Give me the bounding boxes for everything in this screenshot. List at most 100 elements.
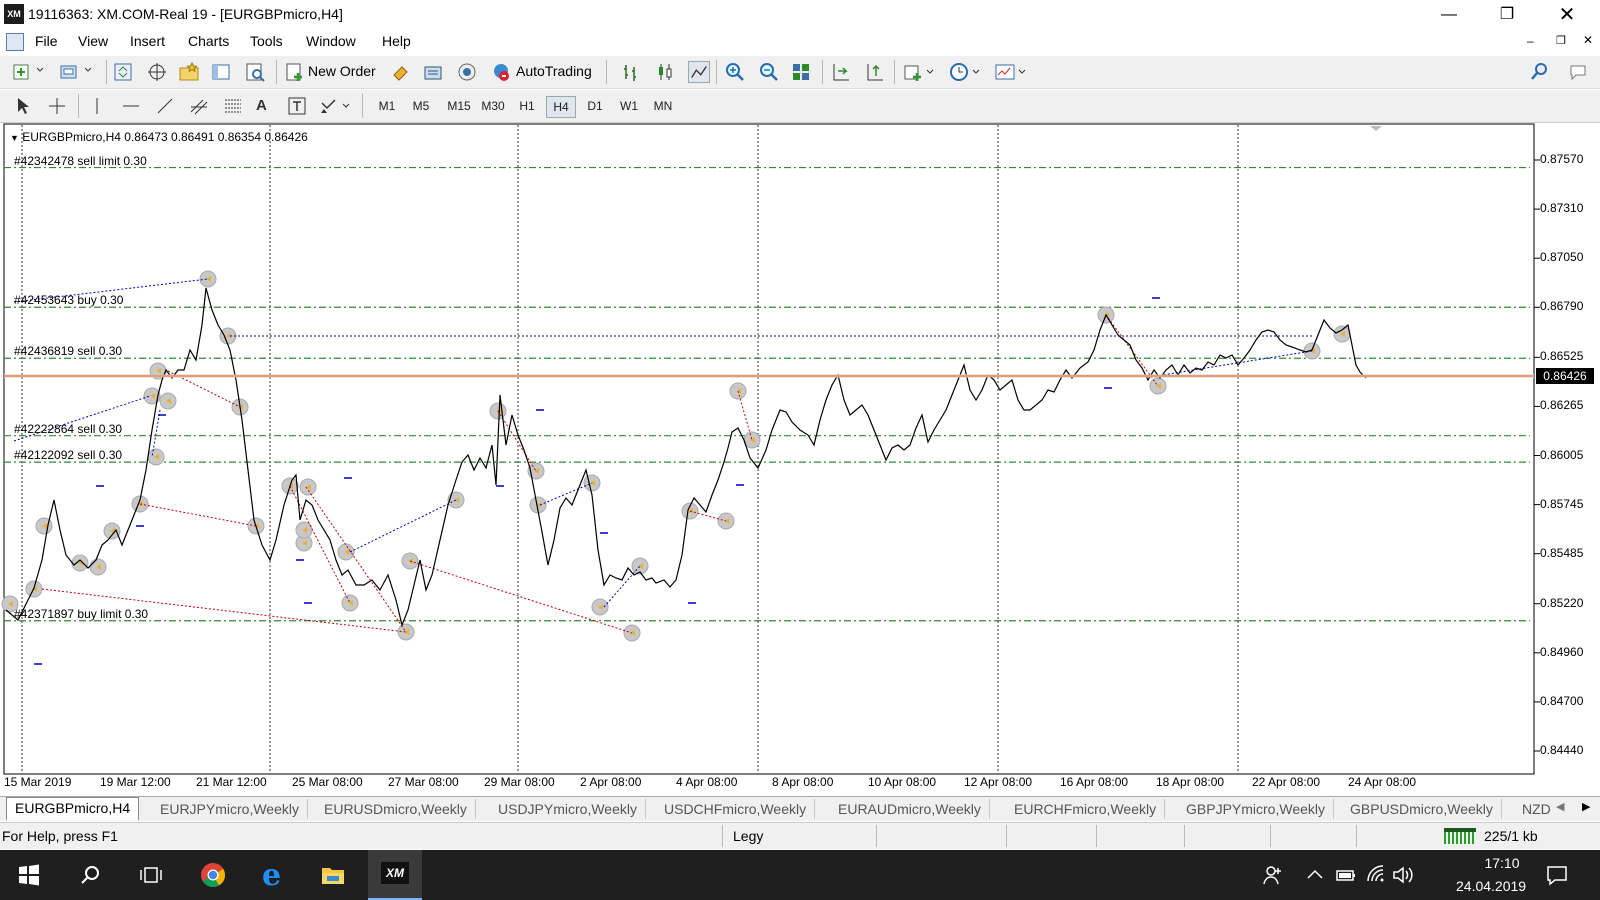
zoom-in-icon[interactable] [724,61,746,83]
mt4-taskbar-button[interactable]: XM [368,850,422,900]
status-divider [1096,825,1097,847]
windows-start-icon[interactable] [16,862,42,888]
collapse-arrow-icon[interactable]: ▼ [10,133,19,143]
timeframe-m15[interactable]: M15 [444,96,474,116]
zoom-out-icon[interactable] [758,61,780,83]
menu-charts[interactable]: Charts [188,33,229,49]
standard-toolbar: New Order AutoTrading [0,56,1600,89]
timeframe-d1[interactable]: D1 [582,96,608,116]
chevron-down-icon[interactable] [926,68,934,76]
market-icon[interactable] [422,61,444,83]
time-axis-label: 22 Apr 08:00 [1252,775,1321,789]
tab-gbpjpymicro-weekly[interactable]: GBPJPYmicro,Weekly [1178,799,1334,819]
horizontal-line-icon[interactable] [120,95,142,117]
auto-scroll-icon[interactable] [830,61,852,83]
tab-gbpusdmicro-weekly[interactable]: GBPUSDmicro,Weekly [1342,799,1502,819]
strategy-tester-icon[interactable] [244,61,266,83]
time-axis-label: 27 Mar 08:00 [388,775,459,789]
menu-file[interactable]: File [35,33,58,49]
windows-taskbar: e XM [0,850,1600,900]
menu-window[interactable]: Window [306,33,356,49]
tab-eurjpymicro-weekly[interactable]: EURJPYmicro,Weekly [152,799,308,819]
battery-icon[interactable] [1336,866,1356,884]
arrows-icon[interactable] [318,95,340,117]
toolbar-separator [362,94,363,118]
tab-scroll-right-icon[interactable]: ▶ [1582,800,1590,813]
chevron-up-icon[interactable] [1306,867,1324,883]
chevron-down-icon[interactable] [36,66,44,74]
volume-icon[interactable] [1392,865,1414,885]
tile-windows-icon[interactable] [790,61,812,83]
time-axis-label: 8 Apr 08:00 [772,775,834,789]
timeframe-h1[interactable]: H1 [514,96,540,116]
search-icon[interactable] [1528,61,1550,83]
people-icon[interactable] [1262,864,1284,886]
timeframe-m1[interactable]: M1 [374,96,400,116]
chrome-icon[interactable] [200,862,226,888]
profiles-icon[interactable] [58,61,80,83]
task-view-icon[interactable] [138,862,164,888]
toolbar-separator [606,60,607,84]
timeframe-w1[interactable]: W1 [616,96,642,116]
trendline-icon[interactable] [154,95,176,117]
menu-help[interactable]: Help [382,33,411,49]
wifi-icon[interactable] [1366,864,1386,884]
chart-shift-icon[interactable] [864,61,886,83]
edge-browser-icon[interactable]: e [262,858,281,893]
timeframe-h4[interactable]: H4 [546,96,576,118]
tab-scroll-left-icon[interactable]: ◀ [1556,800,1564,813]
close-button[interactable]: ✕ [1544,0,1590,30]
notifications-icon[interactable] [1546,864,1568,886]
new-chart-icon[interactable] [12,61,34,83]
fibonacci-icon[interactable] [222,95,244,117]
chevron-down-icon[interactable] [972,68,980,76]
taskbar-clock-time[interactable]: 17:10 [1472,855,1532,871]
crosshair-icon[interactable] [46,95,68,117]
tab-usdchfmicro-weekly[interactable]: USDCHFmicro,Weekly [656,799,816,819]
child-restore-button[interactable]: ❐ [1556,34,1566,47]
tab-eurchfmicro-weekly[interactable]: EURCHFmicro,Weekly [1006,799,1166,819]
price-axis-label: 0.86265 [1540,398,1584,413]
vertical-line-icon[interactable] [86,95,108,117]
maximize-button[interactable]: ❐ [1484,0,1530,30]
bar-chart-icon[interactable] [620,61,642,83]
templates-icon[interactable] [994,61,1016,83]
menu-tools[interactable]: Tools [250,33,283,49]
tab-euraudmicro-weekly[interactable]: EURAUDmicro,Weekly [830,799,990,819]
chart-window[interactable] [4,124,1532,774]
metaeditor-icon[interactable] [390,61,412,83]
indicators-icon[interactable] [902,61,924,83]
candlestick-chart-icon[interactable] [654,61,676,83]
search-icon[interactable] [78,862,104,888]
child-close-button[interactable]: ✕ [1583,33,1593,47]
periods-clock-icon[interactable] [948,61,970,83]
line-chart-icon[interactable] [688,61,710,83]
menu-view[interactable]: View [78,33,108,49]
file-explorer-icon[interactable] [320,862,346,888]
market-watch-icon[interactable] [112,61,134,83]
signals-icon[interactable] [456,61,478,83]
timeframe-m5[interactable]: M5 [408,96,434,116]
minimize-button[interactable]: — [1426,0,1472,30]
favorites-folder-icon[interactable] [178,61,200,83]
chevron-down-icon[interactable] [342,102,350,110]
taskbar-clock-date[interactable]: 24.04.2019 [1456,878,1526,894]
crosshair-navigator-icon[interactable] [146,61,168,83]
menu-insert[interactable]: Insert [130,33,165,49]
tab-eurusdmicro-weekly[interactable]: EURUSDmicro,Weekly [316,799,476,819]
timeframe-m30[interactable]: M30 [478,96,508,116]
text-tool-icon[interactable]: A [256,97,267,114]
tab-eurgbpmicro-h4[interactable]: EURGBPmicro,H4 [6,797,140,820]
chevron-down-icon[interactable] [84,66,92,74]
price-axis-label: 0.86005 [1540,447,1584,462]
cursor-icon[interactable] [12,95,34,117]
chevron-down-icon[interactable] [1018,68,1026,76]
equidistant-channel-icon[interactable] [188,95,210,117]
child-minimize-button[interactable]: – [1527,34,1534,48]
tab-nzd[interactable]: NZD [1514,799,1559,819]
tab-usdjpymicro-weekly[interactable]: USDJPYmicro,Weekly [490,799,646,819]
text-label-icon[interactable] [286,95,308,117]
terminal-window-icon[interactable] [210,61,232,83]
timeframe-mn[interactable]: MN [648,96,678,116]
chat-icon[interactable] [1568,61,1590,83]
